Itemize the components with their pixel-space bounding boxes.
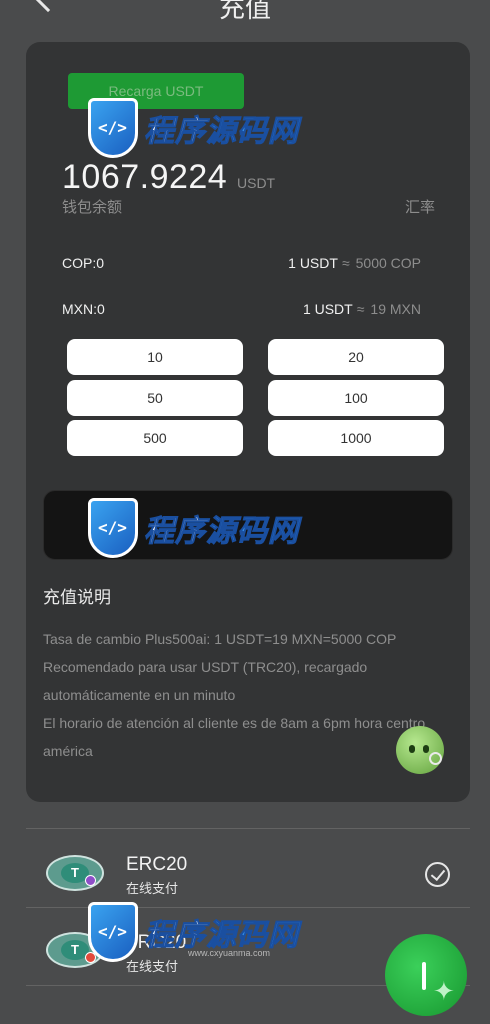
rate-row-mxn: MXN:0 1 USDT ≈19 MXN xyxy=(62,301,421,321)
approx-symbol: ≈ xyxy=(356,301,365,317)
header: 充值 xyxy=(0,0,490,23)
watermark-text-a: 程序 xyxy=(144,515,206,549)
watermark-text-b: 源码网 xyxy=(206,115,299,149)
exchange-rate-label: 汇率 xyxy=(404,199,435,216)
amount-option-10[interactable]: 10 xyxy=(67,339,243,375)
mxn-rate: 1 USDT ≈19 MXN xyxy=(303,301,421,317)
watermark-logo: 程序源码网 xyxy=(88,498,299,562)
watermark-logo: 程序源码网 xyxy=(88,98,299,162)
payment-sub: 在线支付 xyxy=(126,881,179,896)
amount-option-20[interactable]: 20 xyxy=(268,339,444,375)
watermark-logo: 程序源码网 www.cxyuanma.com xyxy=(88,902,299,966)
fab-bar xyxy=(422,962,426,990)
wallet-balance-value: 1067.9224 xyxy=(62,158,228,196)
shield-code-icon xyxy=(88,902,138,962)
cop-rate-rhs: 5000 COP xyxy=(355,255,421,271)
watermark-text: 程序源码网 xyxy=(144,106,299,150)
approx-symbol: ≈ xyxy=(341,255,350,271)
recharge-page: 充值 Recarga USDT 1067.9224 USDT 钱包余额 汇率 C… xyxy=(0,0,490,1024)
notes-line: Recomendado para usar USDT (TRC20), reca… xyxy=(43,659,368,703)
cop-rate: 1 USDT ≈5000 COP xyxy=(288,255,421,271)
check-circle-icon[interactable] xyxy=(425,862,450,887)
watermark-text-a: 程序 xyxy=(144,115,206,149)
floating-service-icon[interactable]: ✦ xyxy=(385,934,467,1016)
amount-option-100[interactable]: 100 xyxy=(268,380,444,416)
shield-code-icon xyxy=(88,98,138,158)
chat-ring xyxy=(429,752,442,765)
mxn-rate-rhs: 19 MXN xyxy=(370,301,421,317)
cop-balance: COP:0 xyxy=(62,255,105,271)
notes-title: 充值说明 xyxy=(43,588,111,607)
amount-option-1000[interactable]: 1000 xyxy=(268,420,444,456)
notes-line: El horario de atención al cliente es de … xyxy=(43,715,426,759)
wallet-balance-label: 钱包余额 xyxy=(62,199,123,216)
page-title: 充值 xyxy=(218,0,271,23)
network-badge-icon xyxy=(85,875,96,886)
watermark-text-b: 源码网 xyxy=(206,515,299,549)
mxn-balance: MXN:0 xyxy=(62,301,105,317)
watermark-text: 程序源码网 xyxy=(144,506,299,550)
payment-name: ERC20 xyxy=(126,854,188,875)
divider xyxy=(26,828,470,829)
notes-line: Tasa de cambio Plus500ai: 1 USDT=19 MXN=… xyxy=(43,631,397,647)
amount-option-50[interactable]: 50 xyxy=(67,380,243,416)
mxn-rate-lhs: 1 USDT xyxy=(302,301,353,317)
chat-bubble-icon[interactable] xyxy=(396,726,444,774)
chat-eye xyxy=(409,745,415,753)
shield-code-icon xyxy=(88,498,138,558)
sparkle-icon: ✦ xyxy=(433,976,455,1006)
chat-eye xyxy=(423,745,429,753)
cop-rate-lhs: 1 USDT xyxy=(288,255,338,271)
tether-coin-icon: T xyxy=(46,855,104,891)
watermark-url: www.cxyuanma.com xyxy=(188,948,271,958)
wallet-balance-unit: USDT xyxy=(237,175,276,191)
amount-option-500[interactable]: 500 xyxy=(67,420,243,456)
rate-row-cop: COP:0 1 USDT ≈5000 COP xyxy=(62,255,421,275)
